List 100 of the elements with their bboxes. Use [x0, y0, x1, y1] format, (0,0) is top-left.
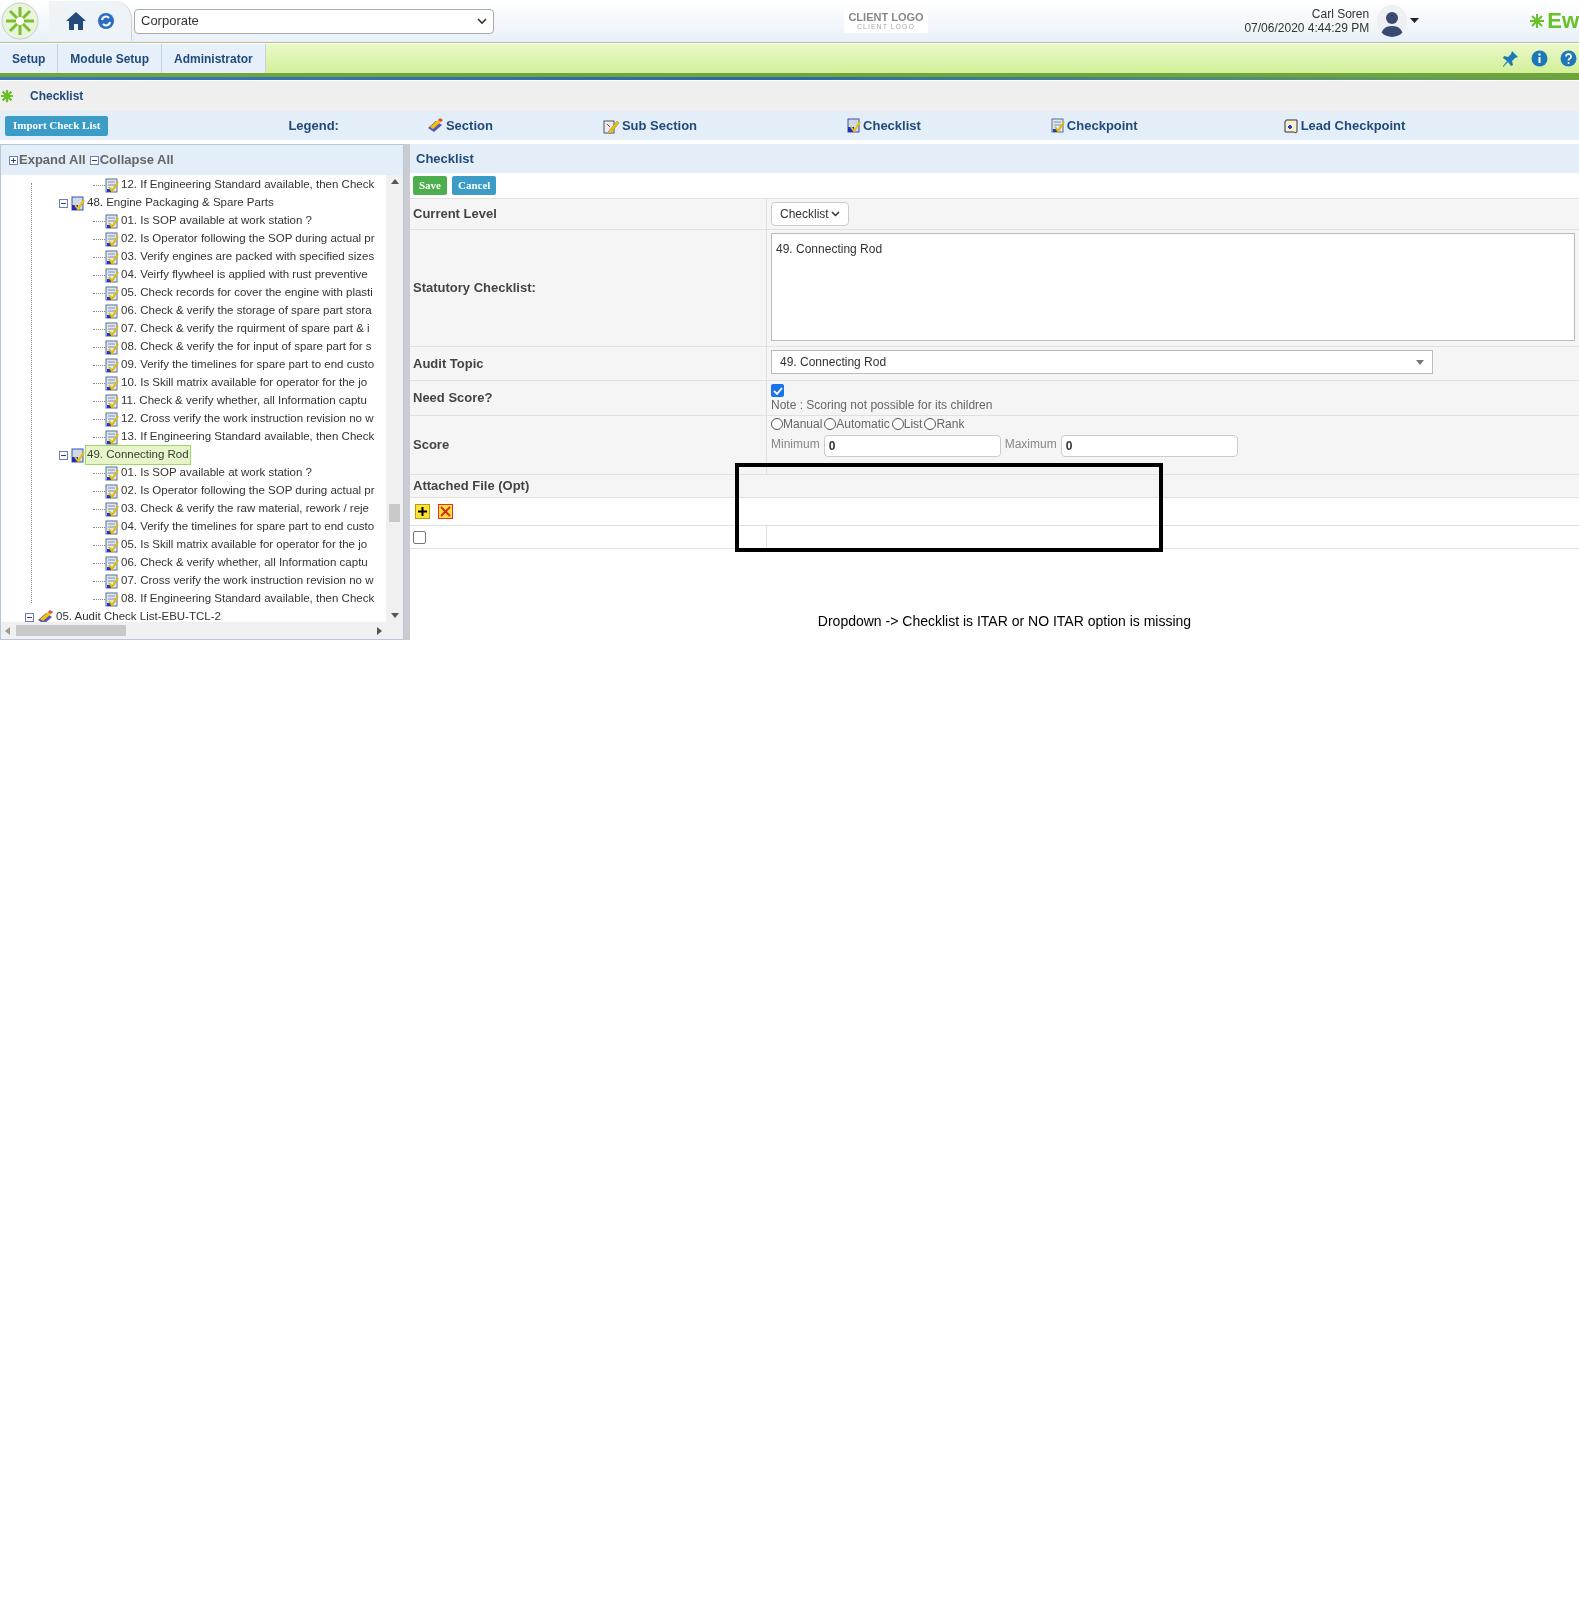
file-checkbox[interactable]: [413, 530, 426, 544]
user-avatar[interactable]: [1377, 5, 1408, 37]
field-label: Audit Topic: [413, 354, 484, 373]
user-silhouette-icon: [1380, 9, 1405, 37]
checkpoint-icon: [105, 393, 119, 409]
checklist-icon: [847, 118, 862, 133]
asterisk-icon: [0, 89, 14, 103]
tree-item[interactable]: 07. Check & verify the rquirment of spare part & i: [119, 319, 372, 339]
vertical-scrollbar[interactable]: [386, 175, 403, 622]
tree-item[interactable]: 05. Is Skill matrix available for operator for the jo: [119, 535, 370, 555]
collapse-icon[interactable]: [25, 612, 34, 622]
company-select[interactable]: Corporate: [134, 8, 494, 34]
tree-item[interactable]: 03. Check & verify the raw material, rework / reje: [119, 499, 371, 519]
nav-tab[interactable]: Module Setup: [58, 44, 162, 73]
checkpoint-icon: [105, 501, 119, 517]
breadcrumb-item[interactable]: Checklist: [30, 87, 84, 105]
nav-tab[interactable]: Administrator: [162, 44, 266, 73]
tree-item[interactable]: 01. Is SOP available at work station ?: [119, 211, 314, 231]
audit-topic-select[interactable]: 49. Connecting Rod: [771, 350, 1433, 374]
checkpoint-icon: [105, 411, 119, 427]
logo-icon: [1, 2, 39, 40]
maximum-label: Maximum: [1004, 436, 1057, 453]
tree-item[interactable]: 12. If Engineering Standard available, then Check: [119, 175, 377, 195]
tree-item[interactable]: 02. Is Operator following the SOP during actual pr: [119, 481, 377, 501]
checkpoint-icon: [105, 303, 119, 319]
field-label: Score: [413, 436, 450, 455]
checkpoint-icon: [105, 375, 119, 391]
tree-item[interactable]: 08. Check & verify the for input of spare part for s: [119, 337, 374, 357]
pin-icon[interactable]: [1502, 50, 1519, 67]
maximum-field[interactable]: 0: [1060, 435, 1238, 457]
scrollbar-thumb[interactable]: [16, 625, 126, 636]
minimum-field[interactable]: 0: [823, 435, 1001, 457]
chevron-down-icon: [477, 17, 487, 25]
nav-tab[interactable]: Setup: [0, 44, 59, 73]
scroll-up-icon: [390, 179, 399, 184]
score-type-radio[interactable]: Rank: [924, 415, 965, 433]
tree-item[interactable]: 04. Veirfy flywheel is applied with rust preventive: [119, 265, 370, 285]
checkpoint-icon: [105, 177, 119, 193]
tree-item[interactable]: 09. Verify the timelines for spare part to end custo: [119, 355, 377, 375]
legend-item: Checkpoint: [1066, 116, 1138, 135]
tree-item[interactable]: 06. Check & verify whether, all Information captu: [119, 553, 370, 573]
tree-item[interactable]: 03. Verify engines are packed with specified sizes: [119, 247, 377, 267]
legend-item: Lead Checkpoint: [1300, 116, 1406, 135]
tree-item[interactable]: 48. Engine Packaging & Spare Parts: [85, 193, 276, 213]
expand-all-button[interactable]: Expand All: [9, 150, 86, 170]
score-type-radio[interactable]: List: [891, 415, 923, 433]
chevron-down-icon: [831, 211, 840, 217]
pencil-book-icon: [426, 118, 444, 133]
note-text: Note : Scoring not possible for its children: [771, 397, 994, 413]
current-level-select[interactable]: Checklist: [771, 202, 849, 226]
field-label: Current Level: [413, 205, 497, 224]
tree-item[interactable]: 06. Check & verify the storage of spare part stora: [119, 301, 374, 321]
field-label: Need Score?: [413, 389, 493, 408]
need-score-checkbox[interactable]: [771, 384, 784, 397]
scrollbar-thumb[interactable]: [389, 504, 400, 522]
tree-item[interactable]: 02. Is Operator following the SOP during actual pr: [119, 229, 377, 249]
checkpoint-icon: [105, 249, 119, 265]
caret-icon[interactable]: [1410, 18, 1420, 24]
statutory-checklist-field[interactable]: 49. Connecting Rod: [771, 233, 1575, 341]
tree-item[interactable]: 10. Is Skill matrix available for operator for the jo: [119, 373, 370, 393]
tree-item[interactable]: 49. Connecting Rod: [85, 445, 191, 465]
delete-icon[interactable]: [438, 504, 453, 519]
form-title: Checklist: [410, 144, 1579, 173]
tree-item[interactable]: 13. If Engineering Standard available, then Check: [119, 427, 377, 447]
asterisk-icon: [1529, 13, 1546, 29]
collapse-icon[interactable]: [59, 198, 68, 208]
tree-item[interactable]: 08. If Engineering Standard available, then Check: [119, 589, 377, 609]
legend-item: Sub Section: [621, 116, 698, 135]
tree-item[interactable]: 12. Cross verify the work instruction revision no w: [119, 409, 376, 429]
add-icon[interactable]: [415, 504, 430, 519]
collapse-all-button[interactable]: Collapse All: [89, 150, 174, 170]
field-label: Statutory Checklist:: [413, 279, 536, 298]
tree-item[interactable]: 07. Cross verify the work instruction revision no w: [119, 571, 376, 591]
help-icon[interactable]: [1560, 50, 1577, 67]
score-type-radio[interactable]: Manual: [771, 415, 823, 433]
collapse-icon[interactable]: [59, 450, 68, 460]
scroll-page-icon: [1282, 117, 1299, 134]
pencil-page-icon: [602, 117, 620, 134]
tree-item[interactable]: 11. Check & verify whether, all Information captu: [119, 391, 369, 411]
tree-item[interactable]: 04. Verify the timelines for spare part to end custo: [119, 517, 377, 537]
field-label: Attached File (Opt): [413, 477, 530, 496]
tree-item[interactable]: 05. Audit Check List-EBU-TCL-2: [54, 607, 223, 622]
score-type-radio[interactable]: Automatic: [824, 415, 890, 433]
tree-item[interactable]: 05. Check records for cover the engine with plasti: [119, 283, 375, 303]
refresh-icon[interactable]: [97, 12, 115, 30]
info-icon[interactable]: [1531, 50, 1548, 67]
horizontal-scrollbar[interactable]: [1, 622, 403, 639]
legend-label: Legend:: [288, 116, 339, 135]
annotation-note: Dropdown -> Checklist is ITAR or NO ITAR option is missing: [817, 612, 1192, 631]
checklist-icon: [71, 195, 85, 211]
checkpoint-icon: [105, 555, 119, 571]
home-icon[interactable]: [65, 11, 87, 31]
scroll-right-icon: [377, 626, 382, 635]
date-time: 07/06/2020 4:44:29 PM: [1244, 21, 1370, 35]
checkpoint-icon: [105, 213, 119, 229]
tree-item[interactable]: 01. Is SOP available at work station ?: [119, 463, 314, 483]
scroll-down-icon: [390, 613, 399, 618]
expand-icon: [9, 155, 18, 165]
checkpoint-icon: [105, 357, 119, 373]
caret-icon: [1416, 359, 1424, 365]
